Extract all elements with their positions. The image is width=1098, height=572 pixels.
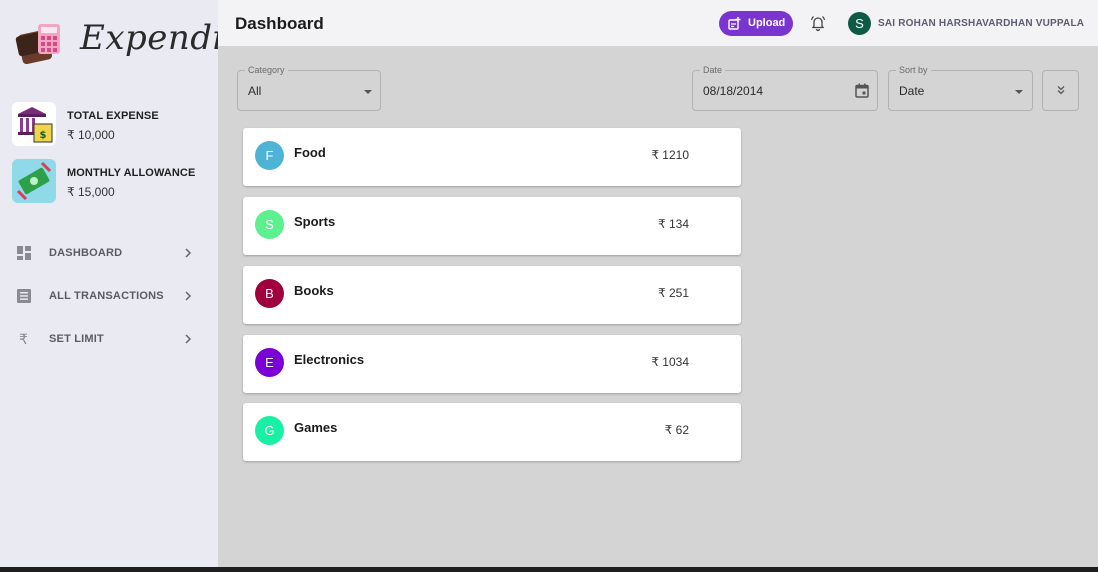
dropdown-caret-icon xyxy=(1015,90,1023,94)
category-card-books[interactable]: B Books ₹ 251 xyxy=(243,266,741,324)
category-amount: ₹ 62 xyxy=(664,423,689,437)
page-title: Dashboard xyxy=(235,14,324,33)
chevron-right-icon xyxy=(185,334,192,344)
rupee-icon: ₹ xyxy=(19,332,28,346)
calendar-icon[interactable] xyxy=(855,83,869,98)
category-name: Food xyxy=(294,145,326,160)
user-name[interactable]: SAI ROHAN HARSHAVARDHAN VUPPALA xyxy=(878,18,1084,29)
money-transfer-icon xyxy=(12,159,56,203)
notification-bell-icon[interactable] xyxy=(809,14,827,32)
sidebar-item-set-limit[interactable]: ₹ SET LIMIT xyxy=(0,324,218,354)
category-amount: ₹ 251 xyxy=(658,286,689,300)
top-bar: Dashboard Upload S SAI ROHAN HARSHAVARDH… xyxy=(218,0,1098,46)
main-content: Dashboard Upload S SAI ROHAN HARSHAVARDH… xyxy=(218,0,1098,567)
dropdown-caret-icon xyxy=(364,90,372,94)
total-expense-label: TOTAL EXPENSE xyxy=(67,110,159,122)
monthly-allowance-card: MONTHLY ALLOWANCE ₹ 15,000 xyxy=(12,159,212,205)
user-avatar[interactable]: S xyxy=(848,12,871,35)
monthly-allowance-value: ₹ 15,000 xyxy=(67,185,115,199)
category-card-games[interactable]: G Games ₹ 62 xyxy=(243,403,741,461)
category-avatar: E xyxy=(255,348,284,377)
sort-by-select[interactable]: Sort by Date xyxy=(888,65,1033,111)
category-avatar: S xyxy=(255,210,284,239)
chevron-right-icon xyxy=(185,291,192,301)
sidebar-item-all-transactions[interactable]: ALL TRANSACTIONS xyxy=(0,281,218,311)
category-card-electronics[interactable]: E Electronics ₹ 1034 xyxy=(243,335,741,393)
sidebar-item-label: DASHBOARD xyxy=(49,247,123,259)
category-name: Sports xyxy=(294,214,336,229)
category-amount: ₹ 134 xyxy=(658,217,689,231)
upload-button-label: Upload xyxy=(748,17,786,29)
date-field-value: 08/18/2014 xyxy=(703,84,764,98)
sort-by-label: Sort by xyxy=(896,65,931,75)
total-expense-card: $ TOTAL EXPENSE ₹ 10,000 xyxy=(12,102,212,148)
category-name: Books xyxy=(294,283,334,298)
sort-direction-button[interactable] xyxy=(1042,70,1079,111)
list-icon xyxy=(17,289,31,303)
category-card-food[interactable]: F Food ₹ 1210 xyxy=(243,128,741,186)
app-logo[interactable]: Expendio xyxy=(14,16,244,72)
chevron-right-icon xyxy=(185,248,192,258)
category-avatar: F xyxy=(255,141,284,170)
sort-by-value: Date xyxy=(899,84,925,98)
sidebar: Expendio $ TOTAL EXPENSE ₹ 10,000 MONTHL… xyxy=(0,0,244,567)
sidebar-item-label: ALL TRANSACTIONS xyxy=(49,290,164,302)
category-amount: ₹ 1210 xyxy=(651,148,689,162)
category-name: Electronics xyxy=(294,352,365,367)
sidebar-item-label: SET LIMIT xyxy=(49,333,104,345)
category-avatar: G xyxy=(255,416,284,445)
category-amount: ₹ 1034 xyxy=(651,355,689,369)
double-chevron-down-icon xyxy=(1057,86,1065,95)
upload-file-icon xyxy=(728,17,741,30)
upload-button[interactable]: Upload xyxy=(719,11,793,36)
svg-text:₹: ₹ xyxy=(19,332,28,346)
expense-logo-icon xyxy=(15,24,60,65)
category-avatar: B xyxy=(255,279,284,308)
sidebar-item-dashboard[interactable]: DASHBOARD xyxy=(0,238,218,268)
category-select-value: All xyxy=(248,84,262,98)
date-field-label: Date xyxy=(700,65,726,75)
category-name: Games xyxy=(294,420,338,435)
monthly-allowance-label: MONTHLY ALLOWANCE xyxy=(67,167,196,179)
date-field[interactable]: Date 08/18/2014 xyxy=(692,65,878,111)
dashboard-icon xyxy=(17,246,31,260)
category-card-sports[interactable]: S Sports ₹ 134 xyxy=(243,197,741,255)
total-expense-value: ₹ 10,000 xyxy=(67,128,115,142)
category-select-label: Category xyxy=(245,65,288,75)
svg-text:$: $ xyxy=(40,130,47,141)
category-select[interactable]: Category All xyxy=(237,65,381,111)
bank-bill-icon: $ xyxy=(12,102,56,146)
